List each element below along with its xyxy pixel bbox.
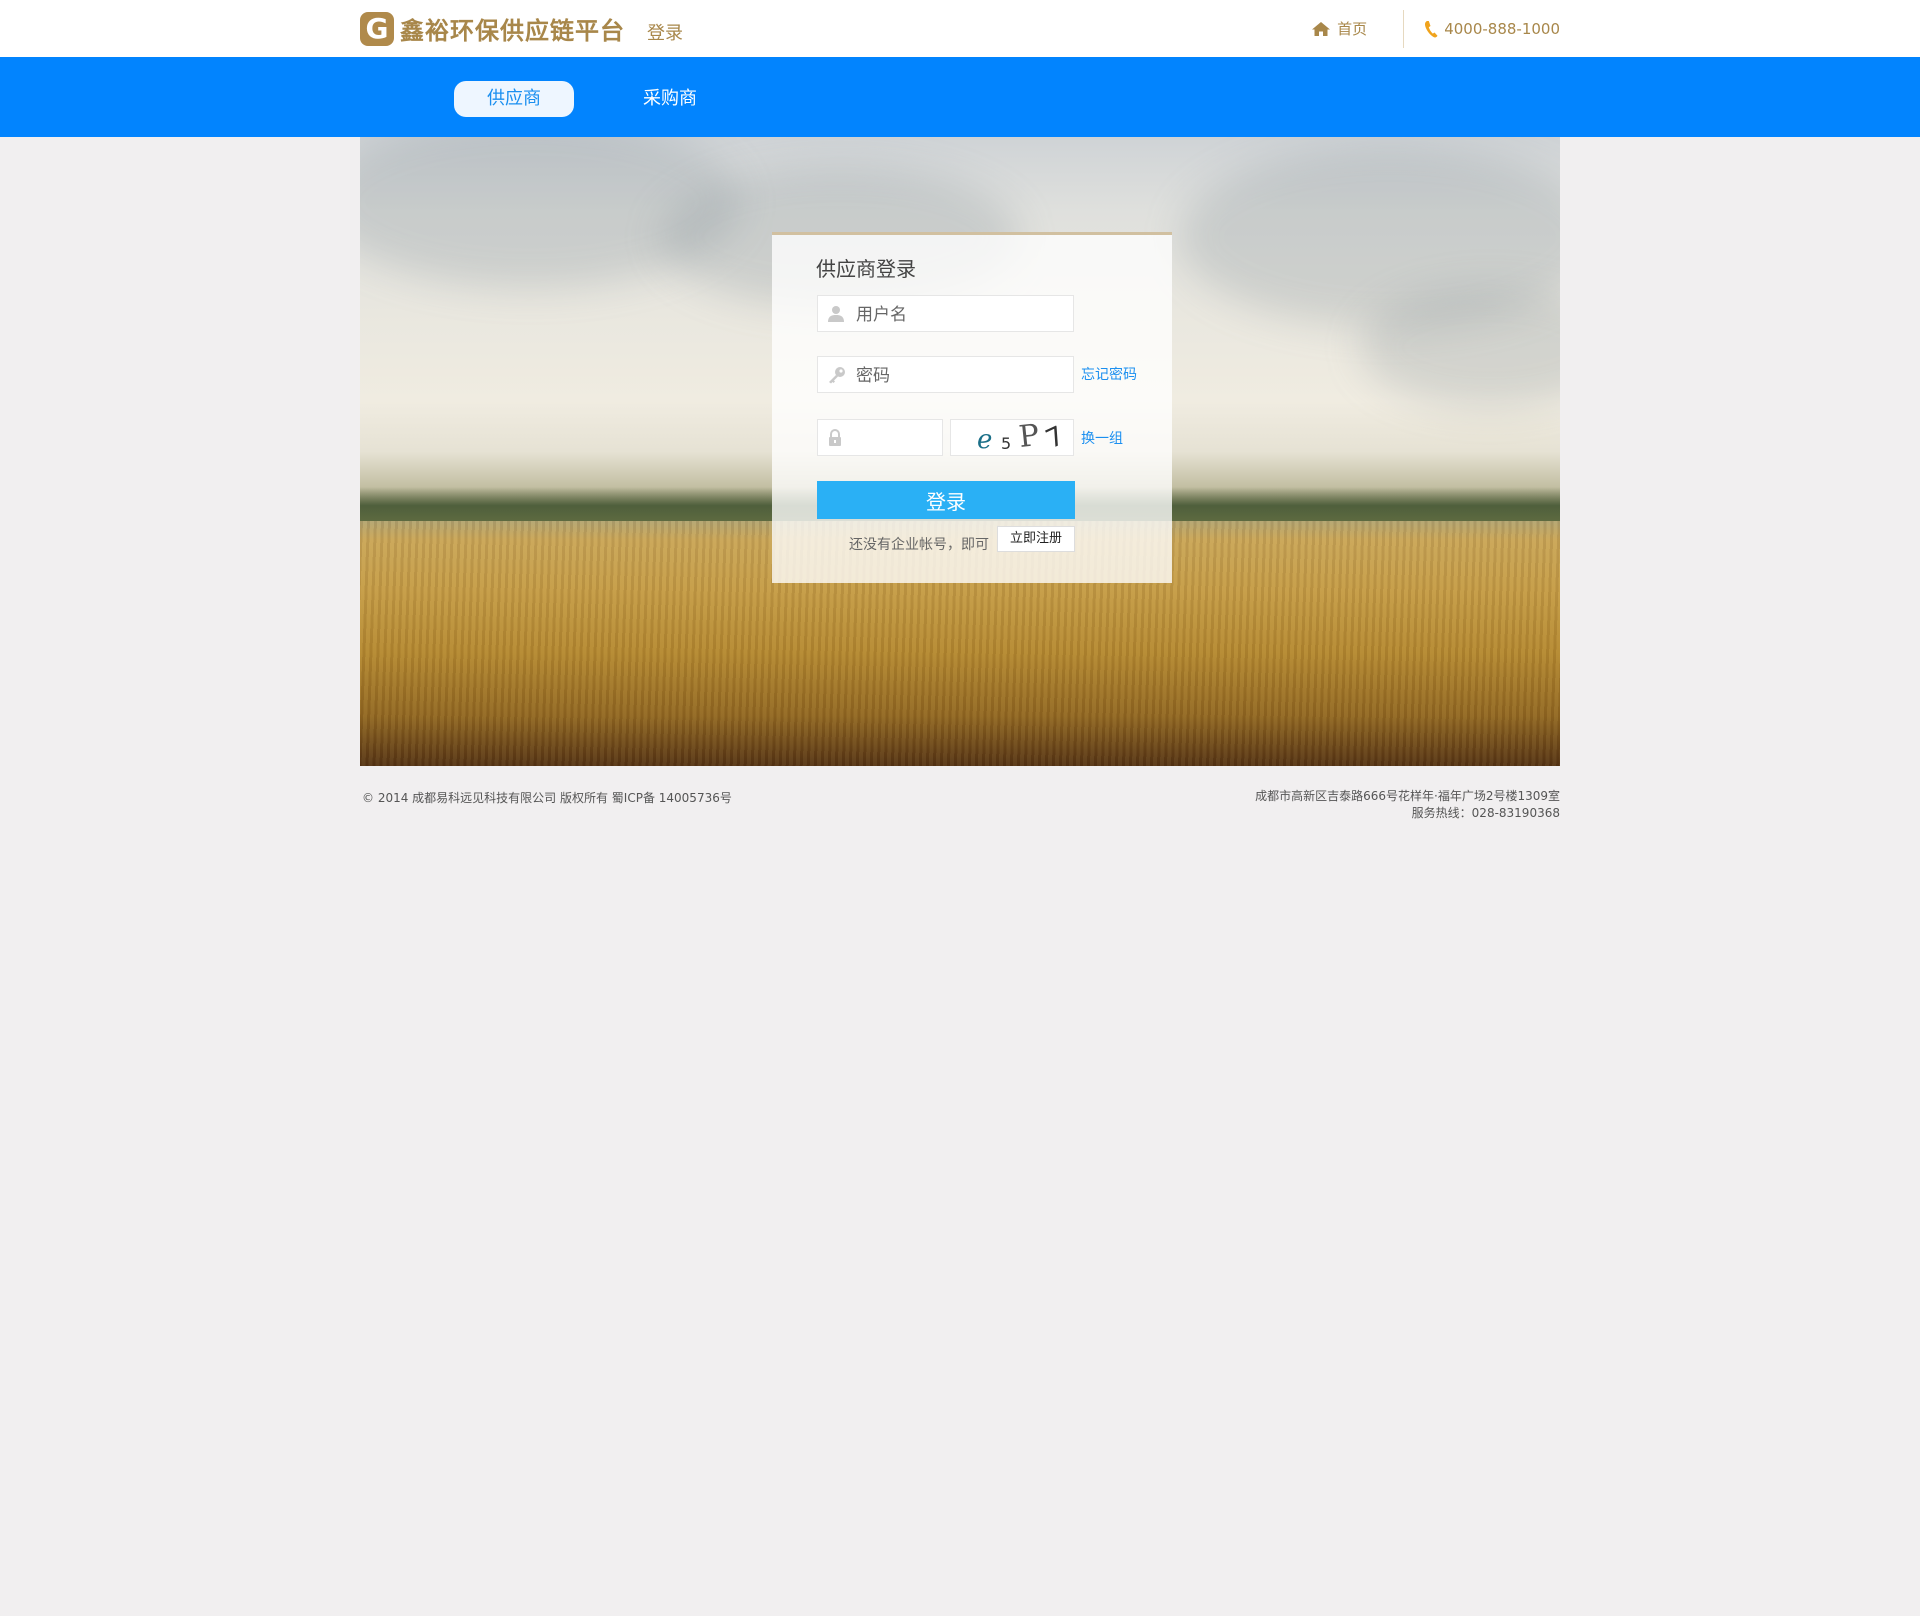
username-field (817, 295, 1074, 333)
address-text: 成都市高新区吉泰路666号花样年·福年广场2号楼1309室 (1255, 789, 1560, 803)
home-link[interactable]: 首页 (1311, 18, 1367, 39)
tab-supplier[interactable]: 供应商 (454, 81, 574, 117)
captcha-char: e (977, 425, 993, 455)
top-header: G 鑫裕环保供应链平台 登录 首页 4000-888-1000 (0, 0, 1920, 57)
header-links: 首页 4000-888-1000 (1311, 0, 1560, 57)
site-logo[interactable]: G 鑫裕环保供应链平台 登录 (360, 11, 683, 46)
role-nav: 供应商 采购商 (0, 57, 1920, 137)
captcha-char: P (1017, 418, 1041, 455)
hotline-text: 服务热线：028-83190368 (1411, 806, 1560, 820)
copyright-text: © 2014 成都易科远见科技有限公司 版权所有 蜀ICP备 14005736号 (362, 791, 732, 805)
phone-icon (1425, 20, 1438, 37)
user-icon (828, 306, 844, 322)
captcha-input[interactable] (854, 420, 938, 457)
home-link-label: 首页 (1337, 20, 1368, 38)
login-button[interactable]: 登录 (817, 481, 1075, 519)
key-icon (829, 367, 845, 384)
hero-background: 供应商登录 忘记密码 e (360, 137, 1560, 766)
phone-text: 4000-888-1000 (1444, 19, 1560, 38)
register-button[interactable]: 立即注册 (997, 526, 1075, 552)
login-panel: 供应商登录 忘记密码 e (772, 232, 1172, 583)
captcha-char: 7 (1041, 420, 1070, 456)
phone-number: 4000-888-1000 (1424, 20, 1560, 38)
logo-mark-icon: G (360, 11, 394, 46)
brand-name: 鑫裕环保供应链平台 (400, 17, 625, 45)
contact-info: 成都市高新区吉泰路666号花样年·福年广场2号楼1309室 服务热线：028-8… (1255, 788, 1560, 822)
forgot-password-link[interactable]: 忘记密码 (1081, 364, 1137, 384)
home-icon (1312, 21, 1331, 36)
lock-icon (829, 429, 841, 446)
page-footer: © 2014 成都易科远见科技有限公司 版权所有 蜀ICP备 14005736号… (360, 766, 1560, 846)
register-tip: 还没有企业帐号，即可 (849, 537, 989, 553)
captcha-image[interactable]: e 5 P 7 (950, 418, 1074, 456)
header-divider (1403, 9, 1405, 48)
login-title: 供应商登录 (816, 257, 916, 281)
username-input[interactable] (854, 296, 1068, 333)
page-label: 登录 (647, 22, 683, 44)
password-field (817, 356, 1074, 394)
captcha-char: 5 (1001, 434, 1012, 453)
captcha-field (817, 419, 943, 457)
refresh-captcha-link[interactable]: 换一组 (1081, 428, 1123, 448)
tab-purchaser[interactable]: 采购商 (610, 81, 730, 117)
password-input[interactable] (854, 357, 1068, 394)
